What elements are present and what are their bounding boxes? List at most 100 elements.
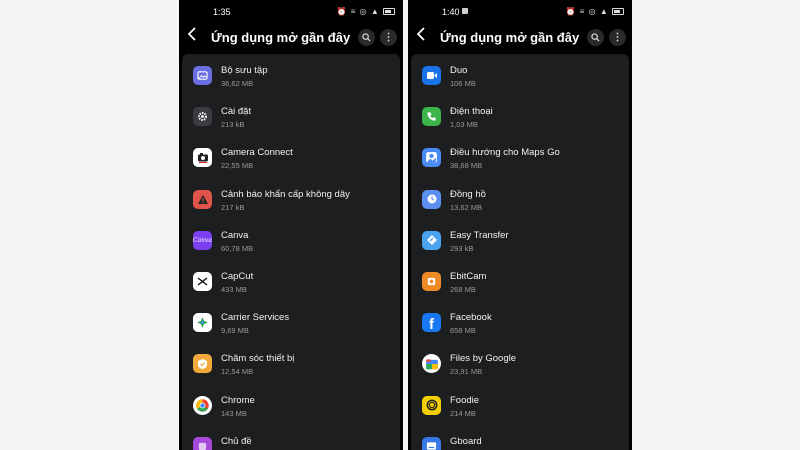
app-size: 293 kB [450,243,474,253]
app-name: Cảnh báo khẩn cấp không dây [221,188,350,200]
phone-screen-right: 1:40 ⏰ ≡ ◎ ▲ Ứng dụng mở gần đây ⋮ Duo 10… [408,0,632,450]
status-time: 1:40 [442,7,460,17]
app-list-item[interactable]: Cảnh báo khẩn cấp không dây 217 kB [182,183,400,224]
app-name: Carrier Services [221,312,290,324]
app-name: Foodie [450,394,480,406]
app-name: Duo [450,65,468,76]
app-bar: Ứng dụng mở gần đây ⋮ [408,26,632,50]
app-name: Điện thoại [450,106,493,118]
app-size: 13,62 MB [450,202,483,212]
gallery-icon [193,66,212,85]
app-list-item[interactable]: Easy Transfer 293 kB [411,224,629,265]
app-name: Đồng hồ [450,188,486,200]
app-list-item[interactable]: Carrier Services 9,69 MB [182,306,400,347]
camera-icon [193,148,212,168]
gear-icon [193,107,212,127]
app-name: Chrome [221,394,255,406]
app-list-item[interactable]: CapCut 433 MB [182,265,400,306]
more-vert-icon: ⋮ [612,32,623,43]
app-list: Bộ sưu tập 36,62 MB Cài đặt 213 kB Camera Co… [182,54,400,450]
foodie-icon [422,395,441,415]
status-bar: 1:40 ⏰ ≡ ◎ ▲ [408,0,632,24]
app-list-item[interactable]: Chăm sóc thiết bị 12,54 MB [182,347,400,388]
app-name: Bộ sưu tập [221,65,268,76]
app-size: 23,91 MB [450,367,483,377]
gboard-icon [422,436,441,450]
app-name: Gboard [450,435,482,447]
app-size: 433 MB [221,285,247,294]
app-list-item[interactable]: Cài đặt 213 kB [182,100,400,141]
app-size: 36,62 MB [221,79,254,88]
app-name: Files by Google [450,353,517,365]
app-bar: Ứng dụng mở gần đây ⋮ [179,26,403,50]
chevron-left-icon [416,27,425,41]
app-list-item[interactable]: Bộ sưu tập 36,62 MB [182,59,400,100]
app-list-item[interactable]: Điện thoại 1,03 MB [411,100,629,141]
app-list-item[interactable]: Foodie 214 MB [411,389,629,430]
clock-icon [422,189,441,209]
status-icons-text: ⏰ ≡ ◎ ▲ [336,7,380,16]
app-name: Chủ đề [221,435,252,447]
more-vert-icon: ⋮ [383,32,394,43]
app-size: 12,54 MB [221,367,254,377]
app-size: 9,69 MB [221,326,249,336]
app-size: 658 MB [450,326,476,336]
status-icons-text: ⏰ ≡ ◎ ▲ [565,7,609,16]
app-size: 217 kB [221,202,245,212]
app-size: 213 kB [221,120,245,130]
capcut-icon [193,272,212,291]
chevron-left-icon [187,27,196,41]
maps-navigation-icon [422,148,441,168]
status-icons: ⏰ ≡ ◎ ▲ [337,7,395,16]
app-size: 143 MB [221,408,247,418]
notification-image-icon [462,8,468,14]
app-size: 60,78 MB [221,243,254,253]
carrier-services-icon [193,313,212,333]
app-list-item[interactable]: f Facebook 658 MB [411,306,629,347]
app-list-item[interactable]: Canva Canva 60,78 MB [182,224,400,265]
battery-icon [612,8,624,16]
files-icon [422,354,441,374]
battery-icon [383,8,395,16]
app-list-item[interactable]: Gboard117 MB [411,430,629,450]
page-title: Ứng dụng mở gần đây [211,30,351,45]
back-button[interactable] [187,27,203,47]
themes-icon [193,436,212,450]
app-list-item[interactable]: Chủ đề [182,430,400,450]
app-name: Camera Connect [221,147,293,159]
app-list-item[interactable]: Chrome 143 MB [182,389,400,430]
status-bar: 1:35 ⏰ ≡ ◎ ▲ [179,0,403,24]
app-list-item[interactable]: Files by Google 23,91 MB [411,347,629,388]
back-button[interactable] [416,27,432,47]
easy-transfer-icon [422,230,441,250]
app-list-item[interactable]: Camera Connect 22,55 MB [182,141,400,182]
app-size: 268 MB [450,285,476,294]
more-options-button[interactable]: ⋮ [609,29,626,46]
page-title: Ứng dụng mở gần đây [440,30,580,45]
app-name: Easy Transfer [450,229,509,241]
app-size: 38,68 MB [450,161,483,171]
warning-icon [193,189,212,209]
search-button[interactable] [587,29,604,46]
app-list-item[interactable]: Điều hướng cho Maps Go 38,68 MB [411,141,629,182]
app-name: Chăm sóc thiết bị [221,353,295,365]
duo-icon [422,66,441,85]
app-size: 22,55 MB [221,161,254,171]
app-name: Canva [221,229,249,241]
app-list: Duo 106 MB Điện thoại 1,03 MB Điều hướng cho… [411,54,629,450]
chrome-icon [193,395,212,415]
search-icon [362,33,371,42]
more-options-button[interactable]: ⋮ [380,29,397,46]
app-name: CapCut [221,271,254,282]
search-icon [591,33,600,42]
app-list-item[interactable]: EbitCam 268 MB [411,265,629,306]
app-size: 106 MB [450,79,476,88]
app-list-item[interactable]: Duo 106 MB [411,59,629,100]
ebitcam-icon [422,272,441,291]
app-list-item[interactable]: Đồng hồ 13,62 MB [411,183,629,224]
app-name: Điều hướng cho Maps Go [450,147,560,159]
app-size: 1,03 MB [450,120,478,130]
status-icons: ⏰ ≡ ◎ ▲ [566,7,624,16]
search-button[interactable] [358,29,375,46]
phone-icon [422,107,441,127]
